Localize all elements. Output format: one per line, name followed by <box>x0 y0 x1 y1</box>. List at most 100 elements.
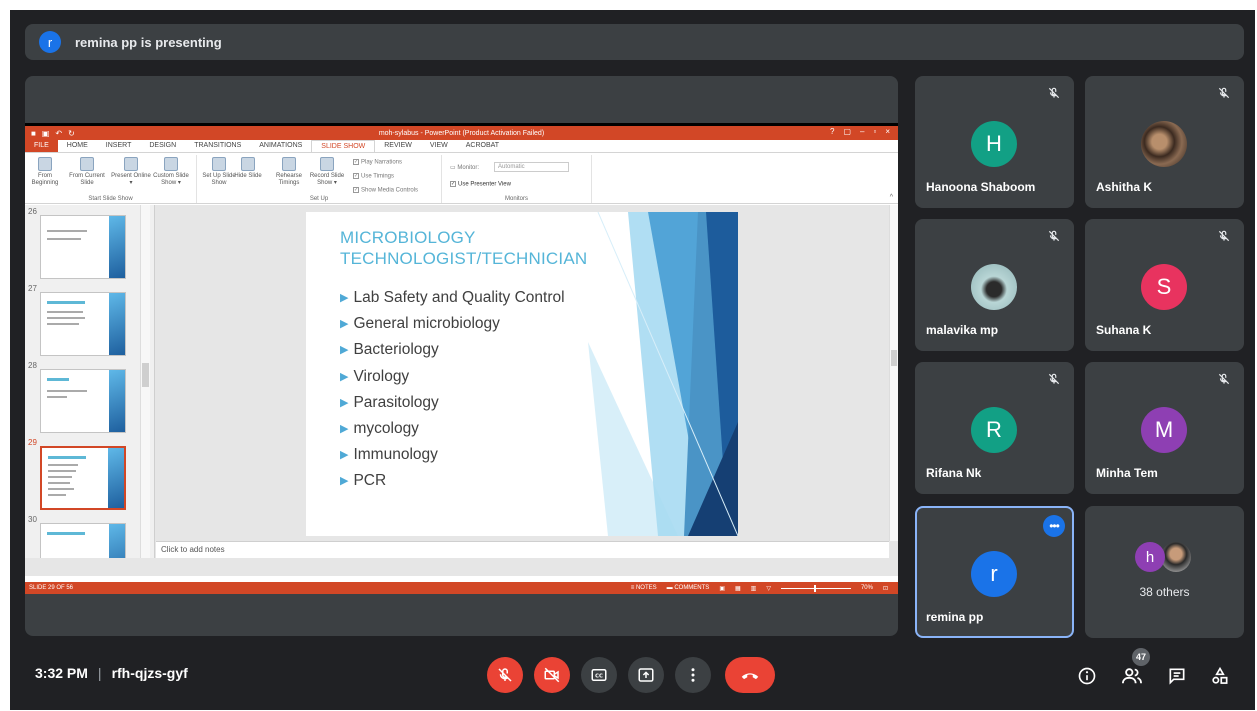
thumbnails-scrollbar <box>140 205 150 558</box>
slide-scrollbar <box>889 205 898 541</box>
mic-off-icon <box>1048 230 1060 242</box>
meeting-details-button[interactable] <box>1075 664 1099 688</box>
participant-tile[interactable]: Ashitha K <box>1085 76 1244 208</box>
participant-tile[interactable]: S Suhana K <box>1085 219 1244 351</box>
thumb-number: 27 <box>28 284 37 293</box>
normal-view-icon: ▣ <box>719 585 725 592</box>
record-slide-show-icon <box>320 157 334 171</box>
more-options-icon[interactable]: ••• <box>1043 515 1065 537</box>
chat-icon <box>1169 668 1185 685</box>
tab-animations: ANIMATIONS <box>259 142 303 149</box>
reading-view-icon: ▥ <box>750 585 757 592</box>
bullet-arrow-icon: ▶ <box>340 422 349 435</box>
slide-edit-area: MICROBIOLOGY TECHNOLOGIST/TECHNICIAN ▶ La… <box>156 205 889 541</box>
others-count: 38 others <box>1139 585 1190 599</box>
fit-slide-icon: ⊡ <box>882 585 888 592</box>
mic-off-icon <box>1218 373 1230 385</box>
slide-thumbnail-selected <box>40 446 126 510</box>
mic-toggle-button[interactable] <box>487 657 523 693</box>
participant-avatar: R <box>971 407 1017 453</box>
meeting-code[interactable]: rfh-qjzs-gyf <box>112 665 188 681</box>
notes-toggle: ≡ NOTES <box>630 585 657 591</box>
more-options-button[interactable] <box>675 657 711 693</box>
present-screen-icon <box>638 668 654 682</box>
tab-file: FILE <box>25 140 58 152</box>
people-button[interactable] <box>1120 664 1144 688</box>
tab-view: VIEW <box>429 142 448 149</box>
slide-counter: SLIDE 29 OF 56 <box>29 585 74 591</box>
more-vert-icon <box>691 668 695 682</box>
slide-bullet: ▶ Immunology <box>340 446 438 464</box>
meeting-separator: | <box>97 665 102 681</box>
ribbon-display-icon: ▢ <box>843 127 852 136</box>
hide-slide-icon <box>241 157 255 171</box>
current-slide: MICROBIOLOGY TECHNOLOGIST/TECHNICIAN ▶ La… <box>306 212 738 536</box>
tab-acrobat: ACROBAT <box>465 142 500 149</box>
sorter-view-icon: ▦ <box>734 585 741 592</box>
others-tile[interactable]: h 38 others <box>1085 506 1244 638</box>
ribbon-group-set-up: Set Up Slide Show Hide Slide Rehearse Ti… <box>197 155 442 203</box>
chat-button[interactable] <box>1165 664 1189 688</box>
self-tile[interactable]: ••• r remina pp <box>915 506 1074 638</box>
play-narrations-check: ✓ Play Narrations <box>353 159 403 166</box>
slide-bullet: ▶ mycology <box>340 419 419 437</box>
mic-off-icon <box>1048 373 1060 385</box>
meeting-info: 3:32 PM | rfh-qjzs-gyf <box>35 665 188 681</box>
participant-tile[interactable]: malavika mp <box>915 219 1074 351</box>
participant-photo-avatar <box>1141 121 1187 167</box>
participant-tile[interactable]: H Hanoona Shaboom <box>915 76 1074 208</box>
tab-transitions: TRANSITIONS <box>194 142 242 149</box>
presenting-banner: r remina pp is presenting <box>25 24 1244 60</box>
leave-call-button[interactable] <box>725 657 775 693</box>
camera-toggle-button[interactable] <box>534 657 570 693</box>
ppt-window-controls: ? ▢ – ▫ × <box>830 127 890 136</box>
others-photo-avatar <box>1161 542 1191 572</box>
slide-thumbnail <box>40 369 126 433</box>
slide-title: MICROBIOLOGY TECHNOLOGIST/TECHNICIAN <box>340 228 588 268</box>
custom-show-button: Custom Slide Show ▾ <box>151 157 191 187</box>
mic-off-icon <box>498 668 512 682</box>
mic-off-icon <box>1218 87 1230 99</box>
record-slide-show-button: Record Slide Show ▾ <box>307 157 347 187</box>
present-now-button[interactable] <box>628 657 664 693</box>
rehearse-timings-icon <box>282 157 296 171</box>
activities-button[interactable] <box>1208 664 1232 688</box>
comments-toggle: ▬ COMMENTS <box>666 585 710 591</box>
thumb-number: 30 <box>28 515 37 524</box>
ribbon-group-start-slide-show: From Beginning From Current Slide Presen… <box>25 155 197 203</box>
bullet-arrow-icon: ▶ <box>340 396 349 409</box>
others-avatar: h <box>1135 542 1165 572</box>
ppt-window-title: moh-sylabus - PowerPoint (Product Activa… <box>378 129 545 137</box>
activities-icon <box>1212 666 1228 684</box>
slide-decoration <box>588 212 738 536</box>
slide-bullet: ▶ Lab Safety and Quality Control <box>340 289 565 306</box>
help-icon: ? <box>830 127 835 136</box>
slide-bullet: ▶ Virology <box>340 367 410 385</box>
participant-tile[interactable]: R Rifana Nk <box>915 362 1074 494</box>
slide-thumbnail <box>40 292 126 356</box>
svg-text:CC: CC <box>595 674 603 680</box>
ppt-ribbon: From Beginning From Current Slide Presen… <box>25 152 898 204</box>
monitor-label: ▭ Monitor: <box>450 165 480 171</box>
restore-icon: ▫ <box>873 127 877 136</box>
presentation-stage[interactable]: ■ ▣ ↶ ↻ moh-sylabus - PowerPoint (Produc… <box>25 76 898 636</box>
participant-avatar: S <box>1141 264 1187 310</box>
participant-name: Hanoona Shaboom <box>926 180 1036 194</box>
slideshow-view-icon: ▽ <box>766 585 771 592</box>
participant-name: Ashitha K <box>1096 180 1153 194</box>
ppt-ribbon-tabs: FILE HOME INSERT DESIGN TRANSITIONS ANIM… <box>25 140 898 152</box>
tab-slide-show: SLIDE SHOW <box>311 140 376 152</box>
set-up-show-icon <box>212 157 226 171</box>
participant-tile[interactable]: M Minha Tem <box>1085 362 1244 494</box>
meeting-time: 3:32 PM <box>35 665 88 681</box>
captions-button[interactable]: CC <box>581 657 617 693</box>
self-avatar: r <box>971 551 1017 597</box>
monitor-select: Automatic <box>494 162 569 172</box>
bullet-arrow-icon: ▶ <box>340 344 349 357</box>
ppt-status-bar: SLIDE 29 OF 56 ≡ NOTES ▬ COMMENTS ▣ ▦ ▥ … <box>25 582 898 594</box>
ppt-workspace: 26 27 28 29 30 MICROBIOLOGY TECHNOLOGIST… <box>25 205 898 576</box>
presenting-text: remina pp is presenting <box>75 34 222 50</box>
monitors-group-label: Monitors <box>504 196 528 202</box>
hide-slide-button: Hide Slide <box>233 157 263 180</box>
participant-photo-avatar <box>971 264 1017 310</box>
